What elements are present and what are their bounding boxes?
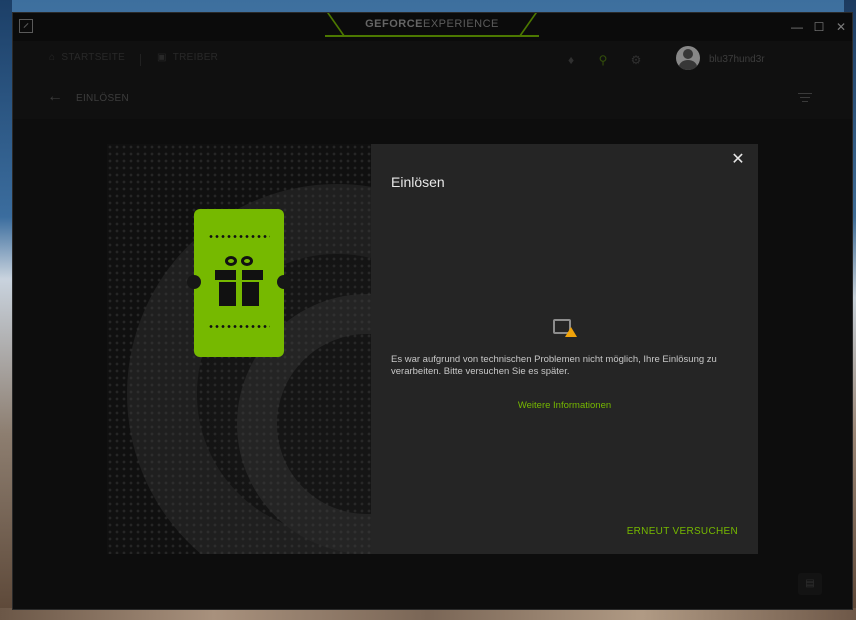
ticket-perforation-top	[208, 235, 270, 238]
app-window: GEFORCEEXPERIENCE — ☐ ✕ ⌂ STARTSEITE ▣ T…	[12, 12, 853, 610]
ticket-notch-right	[277, 275, 291, 289]
ticket-perforation-bottom	[208, 325, 270, 328]
error-message: Es war aufgrund von technischen Probleme…	[391, 354, 717, 377]
gift-ticket-icon	[187, 209, 291, 357]
dialog-title: Einlösen	[391, 174, 445, 190]
redeem-dialog: ✕ Einlösen Es war aufgrund von technisch…	[107, 144, 758, 554]
more-info-link[interactable]: Weitere Informationen	[371, 400, 758, 411]
retry-button[interactable]: ERNEUT VERSUCHEN	[627, 526, 738, 537]
close-dialog-button[interactable]: ✕	[728, 150, 748, 170]
ticket-notch-left	[187, 275, 201, 289]
dialog-panel: ✕ Einlösen Es war aufgrund von technisch…	[371, 144, 758, 554]
dialog-artwork	[107, 144, 371, 554]
gift-icon	[215, 256, 263, 310]
calendar-warning-icon	[553, 316, 577, 338]
desktop-wallpaper-left	[0, 0, 12, 620]
